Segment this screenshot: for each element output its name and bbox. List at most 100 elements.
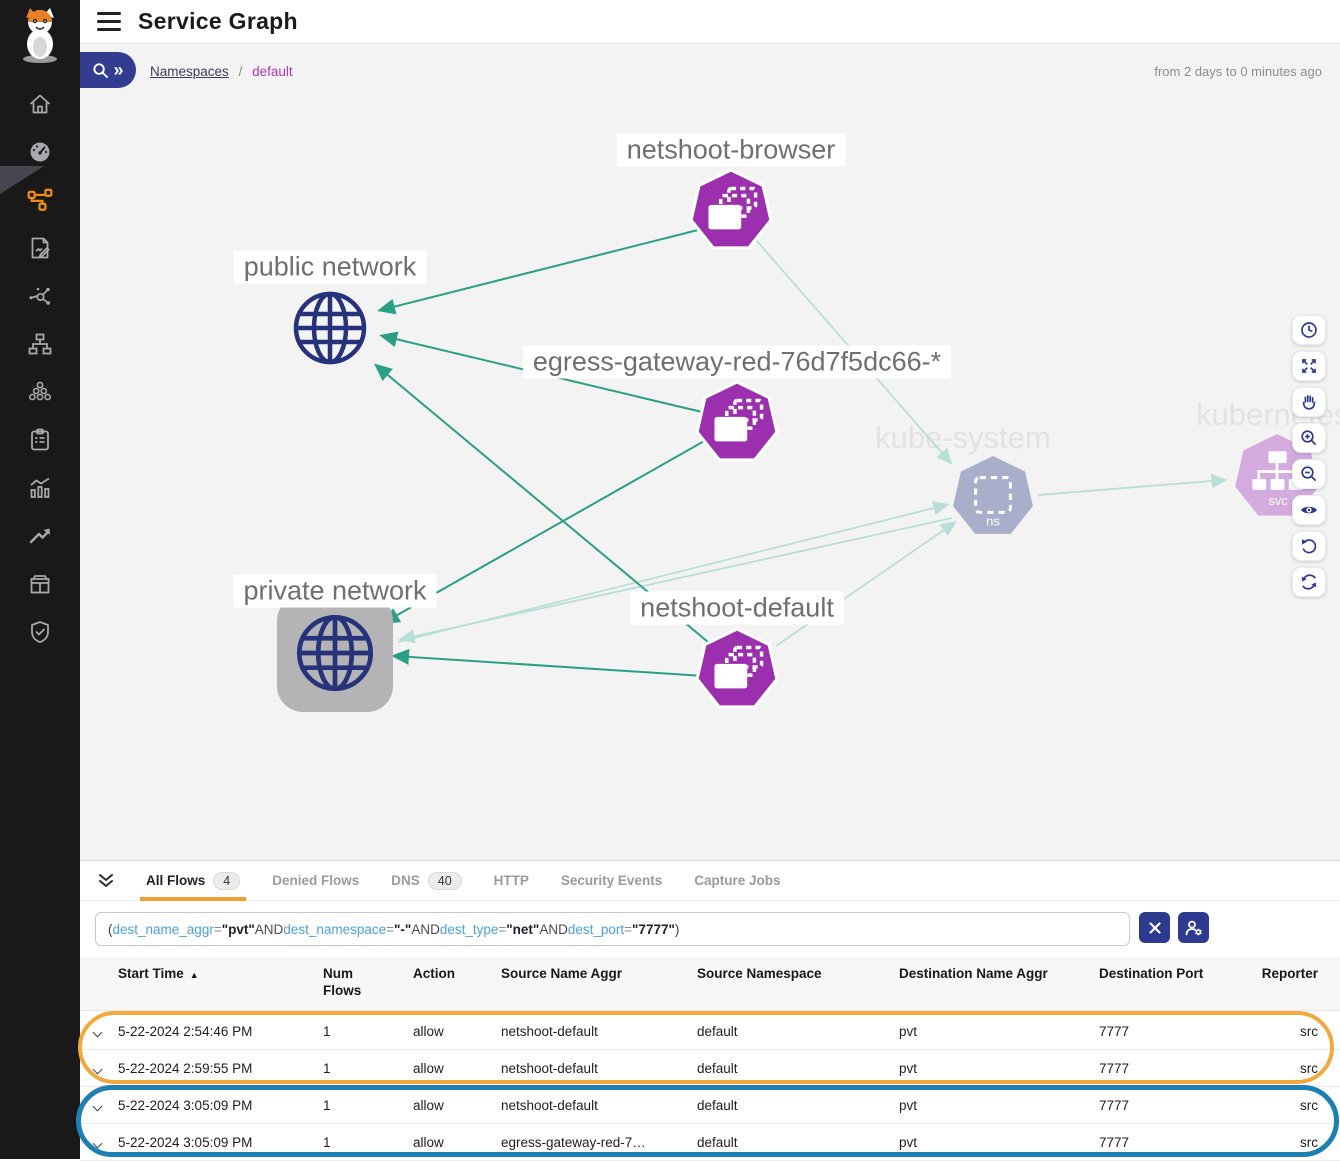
table-cell: 5-22-2024 3:05:09 PM — [118, 1135, 323, 1150]
undo-icon[interactable] — [1292, 531, 1326, 561]
expand-row-icon[interactable] — [93, 1064, 103, 1074]
table-cell: egress-gateway-red-7… — [501, 1135, 697, 1150]
node-netshoot-browser[interactable] — [688, 168, 774, 254]
node-public-network-globe-icon[interactable] — [290, 288, 370, 368]
zoom-out-icon[interactable] — [1292, 459, 1326, 489]
sidebar — [0, 0, 80, 1159]
tab-count-badge: 4 — [213, 872, 240, 890]
column-header-action[interactable]: Action — [413, 966, 501, 983]
flows-table-header: Start Time▲Num Flows ActionSource Name Ag… — [80, 957, 1340, 1011]
query-token: "pvt" — [222, 922, 255, 937]
expand-row-icon[interactable] — [93, 1027, 103, 1037]
column-header-reporter[interactable]: Reporter — [1249, 966, 1340, 983]
tab-http[interactable]: HTTP — [478, 861, 545, 901]
query-token: AND — [539, 922, 568, 937]
tab-all-flows[interactable]: All Flows4 — [130, 861, 256, 901]
cluster-circles-icon[interactable] — [27, 379, 53, 405]
node-label-private-network[interactable]: private network — [233, 575, 436, 608]
table-cell: src — [1249, 1135, 1340, 1150]
node-private-network-globe-icon[interactable] — [293, 611, 377, 695]
home-icon[interactable] — [27, 91, 53, 117]
search-icon — [92, 62, 109, 79]
clipboard-list-icon[interactable] — [27, 427, 53, 453]
tab-security-events[interactable]: Security Events — [545, 861, 678, 901]
column-header-destination-name-aggr[interactable]: Destination Name Aggr — [899, 966, 1099, 983]
tab-count-badge: 40 — [428, 872, 462, 890]
top-header: Service Graph — [80, 0, 1340, 44]
tab-label: HTTP — [494, 873, 529, 888]
query-token: dest_namespace — [283, 922, 386, 937]
trend-arrow-icon[interactable] — [27, 523, 53, 549]
user-gear-icon — [1185, 920, 1203, 936]
table-cell: pvt — [899, 1061, 1099, 1076]
shield-check-icon[interactable] — [27, 619, 53, 645]
table-cell: default — [697, 1024, 899, 1039]
molecule-network-icon[interactable] — [27, 283, 53, 309]
service-graph-icon[interactable] — [26, 186, 54, 214]
node-kube-system-ns[interactable]: ns — [950, 454, 1036, 540]
node-egress-gateway[interactable] — [694, 380, 780, 466]
filter-query-input[interactable]: (dest_name_aggr = "pvt" AND dest_namespa… — [95, 912, 1130, 946]
node-label-egress-gateway[interactable]: egress-gateway-red-76d7f5dc66-* — [523, 346, 951, 379]
pan-hand-icon[interactable] — [1292, 387, 1326, 417]
node-label-public-network[interactable]: public network — [234, 251, 427, 284]
flows-table-body: 5-22-2024 2:54:46 PM1allownetshoot-defau… — [80, 1013, 1340, 1161]
table-cell: 1 — [323, 1135, 413, 1150]
table-cell: 1 — [323, 1098, 413, 1113]
visibility-eye-icon[interactable] — [1292, 495, 1326, 525]
service-graph-canvas[interactable]: kube-system kubernetes » Namespaces — [80, 44, 1340, 860]
expand-row-icon[interactable] — [93, 1138, 103, 1148]
double-chevron-down-icon[interactable] — [96, 872, 116, 890]
breadcrumb: Namespaces / default — [150, 64, 293, 79]
time-icon[interactable] — [1292, 315, 1326, 345]
table-cell: default — [697, 1135, 899, 1150]
table-row[interactable]: 5-22-2024 3:05:09 PM1allowegress-gateway… — [80, 1124, 1340, 1161]
query-token: "-" — [394, 922, 411, 937]
tab-denied-flows[interactable]: Denied Flows — [256, 861, 375, 901]
query-token: = — [498, 922, 506, 937]
tab-label: Capture Jobs — [694, 873, 780, 888]
node-label-netshoot-default[interactable]: netshoot-default — [630, 592, 844, 625]
policies-document-icon[interactable] — [27, 235, 53, 261]
query-token: = — [624, 922, 632, 937]
clear-filter-button[interactable] — [1139, 912, 1170, 943]
user-settings-button[interactable] — [1178, 912, 1209, 943]
dashboard-gauge-icon[interactable] — [27, 139, 53, 165]
package-box-icon[interactable] — [27, 571, 53, 597]
time-range-label: from 2 days to 0 minutes ago — [1154, 64, 1322, 79]
table-row[interactable]: 5-22-2024 3:05:09 PM1allownetshoot-defau… — [80, 1087, 1340, 1124]
query-token: ) — [675, 922, 680, 937]
table-cell: 7777 — [1099, 1061, 1249, 1076]
expand-row-icon[interactable] — [93, 1101, 103, 1111]
table-cell: src — [1249, 1061, 1340, 1076]
column-header-start-time[interactable]: Start Time▲ — [118, 966, 323, 983]
table-cell: default — [697, 1098, 899, 1113]
node-netshoot-default[interactable] — [694, 627, 780, 713]
table-row[interactable]: 5-22-2024 2:59:55 PM1allownetshoot-defau… — [80, 1050, 1340, 1087]
graph-search-pill[interactable]: » — [80, 52, 136, 88]
table-cell: 5-22-2024 2:59:55 PM — [118, 1061, 323, 1076]
bar-chart-icon[interactable] — [27, 475, 53, 501]
tab-capture-jobs[interactable]: Capture Jobs — [678, 861, 796, 901]
zoom-in-icon[interactable] — [1292, 423, 1326, 453]
org-tree-icon[interactable] — [27, 331, 53, 357]
node-label-netshoot-browser[interactable]: netshoot-browser — [617, 134, 846, 167]
expand-icon[interactable] — [1292, 351, 1326, 381]
table-cell: allow — [413, 1024, 501, 1039]
column-header-source-namespace[interactable]: Source Namespace — [697, 966, 899, 983]
tab-label: Security Events — [561, 873, 662, 888]
hamburger-menu-icon[interactable] — [97, 12, 121, 31]
column-header-num-flows[interactable]: Num Flows — [323, 966, 369, 1000]
table-cell: 1 — [323, 1061, 413, 1076]
column-header-destination-port[interactable]: Destination Port — [1099, 966, 1249, 983]
table-row[interactable]: 5-22-2024 2:54:46 PM1allownetshoot-defau… — [80, 1013, 1340, 1050]
breadcrumb-namespaces-link[interactable]: Namespaces — [150, 64, 229, 79]
column-header-source-name-aggr[interactable]: Source Name Aggr — [501, 966, 697, 983]
table-cell: allow — [413, 1098, 501, 1113]
table-cell: src — [1249, 1024, 1340, 1039]
refresh-icon[interactable] — [1292, 567, 1326, 597]
page-title: Service Graph — [138, 8, 298, 35]
tab-dns[interactable]: DNS40 — [375, 861, 477, 901]
query-token: dest_port — [568, 922, 624, 937]
table-cell: 7777 — [1099, 1024, 1249, 1039]
